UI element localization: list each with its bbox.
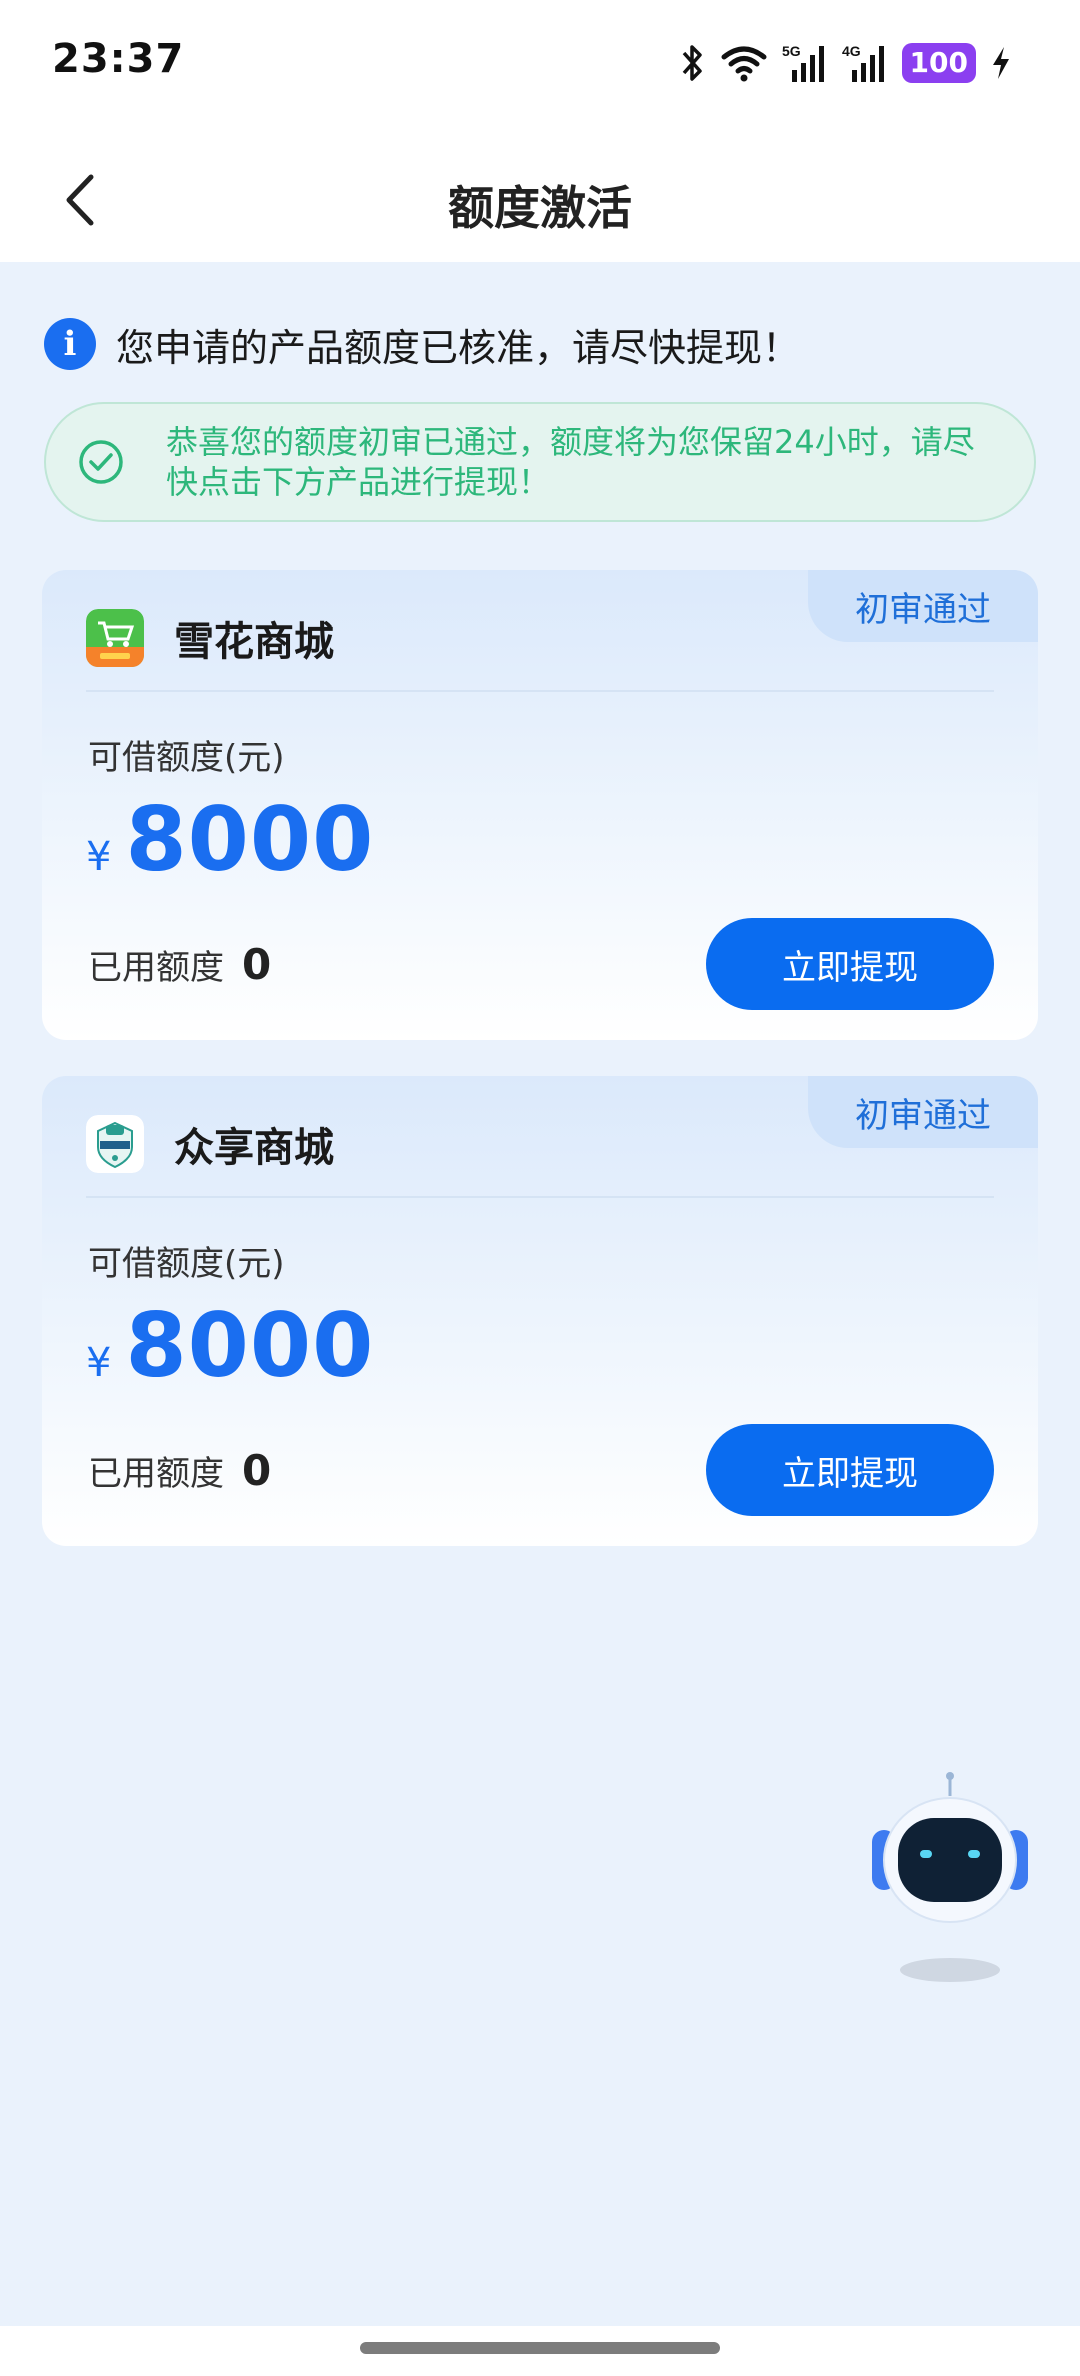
used-row: 已用额度 0 bbox=[88, 1446, 271, 1495]
product-card: 初审通过 雪花商城 可借额度(元) ¥ 8000 已用额度 0 立即提现 bbox=[42, 570, 1038, 1040]
used-value: 0 bbox=[242, 940, 272, 989]
currency-symbol: ¥ bbox=[86, 834, 112, 880]
product-name: 众享商城 bbox=[174, 1125, 334, 1171]
home-indicator[interactable] bbox=[360, 2342, 720, 2354]
check-circle-icon bbox=[79, 440, 123, 484]
status-bar: 23:37 5G 4G 100 bbox=[0, 0, 1080, 128]
divider bbox=[86, 1196, 994, 1198]
success-text: 恭喜您的额度初审已通过，额度将为您保留24小时，请尽快点击下方产品进行提现！ bbox=[166, 423, 975, 501]
status-time: 23:37 bbox=[52, 36, 185, 82]
xuehua-mall-logo bbox=[86, 609, 144, 667]
svg-text:5G: 5G bbox=[782, 43, 801, 59]
status-icons: 5G 4G 100 bbox=[680, 38, 1012, 88]
signal-4g-icon: 4G bbox=[842, 43, 884, 82]
battery-icon: 100 bbox=[901, 43, 976, 83]
zhongxiang-mall-logo bbox=[86, 1115, 144, 1173]
card-header: 雪花商城 bbox=[86, 608, 334, 668]
status-badge: 初审通过 bbox=[808, 570, 1038, 642]
product-name: 雪花商城 bbox=[174, 619, 334, 665]
page-title: 额度激活 bbox=[448, 181, 632, 235]
status-badge: 初审通过 bbox=[808, 1076, 1038, 1148]
limit-amount: 8000 bbox=[125, 788, 375, 891]
approval-notice: i 您申请的产品额度已核准，请尽快提现！ bbox=[44, 312, 800, 376]
robot-assistant-icon[interactable] bbox=[870, 1770, 1030, 1990]
used-row: 已用额度 0 bbox=[88, 940, 271, 989]
navigation-bar: 额度激活 bbox=[0, 148, 1080, 252]
used-value: 0 bbox=[242, 1446, 272, 1495]
charging-icon bbox=[993, 47, 1009, 79]
signal-5g-icon: 5G bbox=[782, 43, 824, 82]
used-label: 已用额度 bbox=[88, 1454, 224, 1494]
divider bbox=[86, 690, 994, 692]
notice-text: 您申请的产品额度已核准，请尽快提现！ bbox=[116, 325, 801, 370]
limit-amount: 8000 bbox=[125, 1294, 375, 1397]
withdraw-button[interactable]: 立即提现 bbox=[706, 1424, 994, 1516]
bluetooth-icon bbox=[682, 45, 702, 81]
info-icon: i bbox=[44, 318, 96, 370]
used-label: 已用额度 bbox=[88, 948, 224, 988]
withdraw-button[interactable]: 立即提现 bbox=[706, 918, 994, 1010]
amount-row: ¥ 8000 bbox=[86, 788, 374, 891]
wifi-icon bbox=[721, 46, 767, 82]
svg-text:4G: 4G bbox=[842, 43, 861, 59]
limit-label: 可借额度(元) bbox=[88, 738, 285, 778]
product-card: 初审通过 众享商城 可借额度(元) ¥ 8000 已用额度 0 立即提现 bbox=[42, 1076, 1038, 1546]
card-header: 众享商城 bbox=[86, 1114, 334, 1174]
currency-symbol: ¥ bbox=[86, 1340, 112, 1386]
success-banner: 恭喜您的额度初审已通过，额度将为您保留24小时，请尽快点击下方产品进行提现！ bbox=[44, 402, 1036, 522]
amount-row: ¥ 8000 bbox=[86, 1294, 374, 1397]
limit-label: 可借额度(元) bbox=[88, 1244, 285, 1284]
